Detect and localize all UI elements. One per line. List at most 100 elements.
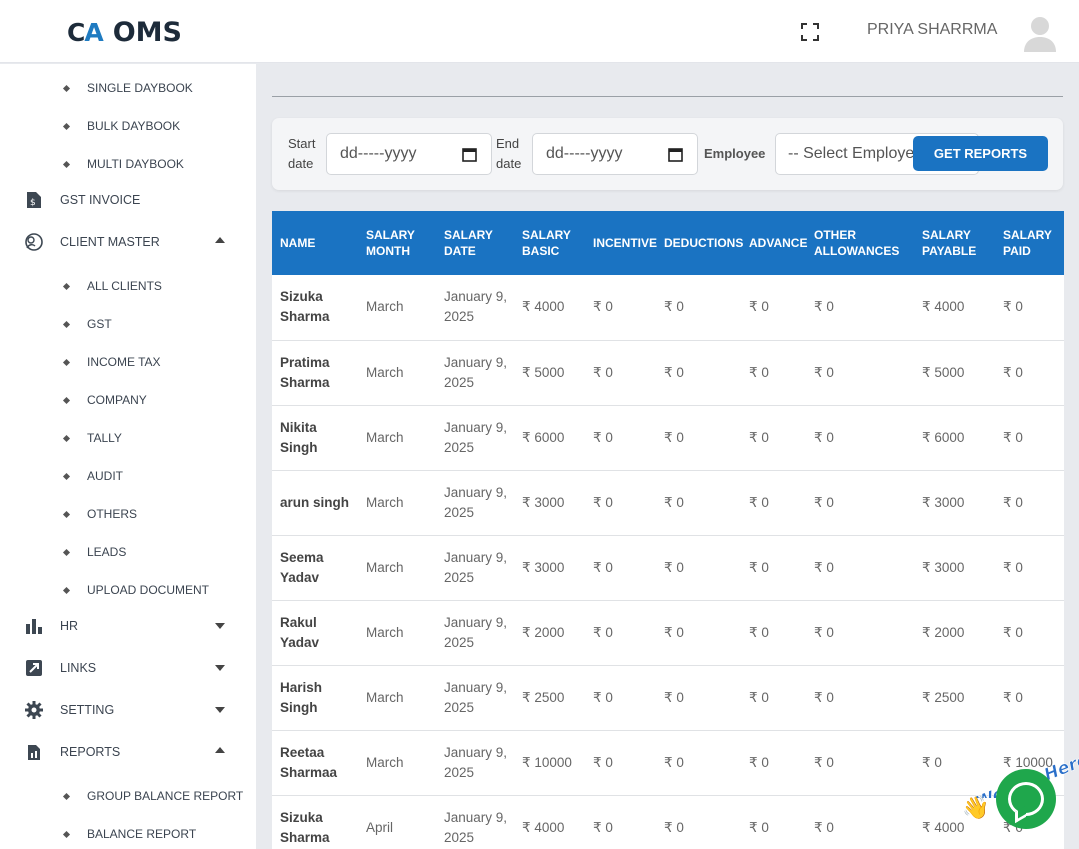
sidebar-item-income-tax[interactable]: INCOME TAX	[0, 343, 256, 381]
table-row[interactable]: Sizuka Sharma March January 9, 2025 ₹ 4000 ₹…	[272, 275, 1064, 341]
get-reports-button[interactable]: GET REPORTS	[913, 136, 1048, 171]
table-cell: March	[358, 535, 436, 601]
table-cell: ₹ 0	[585, 405, 656, 471]
table-row[interactable]: arun singh March January 9, 2025 ₹ 3000 ₹ 0 ₹…	[272, 470, 1064, 536]
sidebar-item-all-clients[interactable]: ALL CLIENTS	[0, 267, 256, 305]
sidebar-item-gst-invoice[interactable]: $ GST INVOICE	[0, 181, 256, 219]
chat-button[interactable]	[996, 769, 1056, 829]
column-header[interactable]: SALARY BASIC	[514, 211, 585, 275]
bullet-icon	[62, 320, 71, 328]
table-cell: ₹ 0	[995, 665, 1064, 731]
column-header[interactable]: SALARY PAYABLE	[914, 211, 995, 275]
table-cell: ₹ 3000	[514, 535, 585, 601]
user-name[interactable]: PRIYA SHARRMA	[867, 21, 997, 39]
table-header-row: NAME SALARY MONTH SALARY DATE SALARY BASIC INCE…	[272, 211, 1064, 275]
column-header[interactable]: ADVANCE	[741, 211, 807, 275]
client-icon	[24, 232, 44, 252]
table-row[interactable]: Harish Singh March January 9, 2025 ₹ 2500 ₹ …	[272, 665, 1064, 731]
column-header[interactable]: NAME	[272, 211, 358, 275]
table-row[interactable]: Seema Yadav March January 9, 2025 ₹ 3000 ₹ 0…	[272, 535, 1064, 601]
column-header[interactable]: DEDUCTIONS	[656, 211, 743, 275]
sidebar-item-leads[interactable]: LEADS	[0, 533, 256, 571]
caret-up-icon[interactable]	[215, 747, 225, 753]
table-cell: ₹ 0	[656, 535, 741, 601]
start-date-input[interactable]: dd-----yyyy	[326, 133, 492, 175]
sidebar-item-audit[interactable]: AUDIT	[0, 457, 256, 495]
column-header[interactable]: INCENTIVE	[585, 211, 657, 275]
sidebar-item-single-daybook[interactable]: SINGLE DAYBOOK	[0, 69, 256, 107]
caret-down-icon[interactable]	[215, 665, 225, 671]
table-cell: ₹ 0	[806, 275, 914, 341]
column-header[interactable]: OTHER ALLOWANCES	[806, 211, 914, 275]
sidebar-item-links[interactable]: LINKS	[0, 649, 256, 687]
calendar-icon[interactable]	[668, 147, 683, 162]
end-date-label: End date	[496, 136, 522, 171]
column-header-text: SALARY	[522, 228, 571, 242]
chat-icon	[1008, 782, 1044, 816]
table-cell: ₹ 4000	[514, 795, 585, 849]
table-cell: ₹ 0	[995, 535, 1064, 601]
sidebar-item-company[interactable]: COMPANY	[0, 381, 256, 419]
sidebar: SINGLE DAYBOOK BULK DAYBOOK MULTI DAYBOOK $…	[0, 64, 256, 849]
bullet-icon	[62, 472, 71, 480]
end-date-input[interactable]: dd-----yyyy	[532, 133, 698, 175]
table-cell: ₹ 0	[585, 470, 656, 536]
app-logo[interactable]: CA OMS	[67, 16, 182, 48]
table-row[interactable]: Rakul Yadav March January 9, 2025 ₹ 2000 ₹ 0…	[272, 600, 1064, 666]
table-cell: ₹ 0	[741, 275, 806, 341]
sidebar-item-client-master[interactable]: CLIENT MASTER	[0, 223, 256, 261]
sidebar-item-label: SETTING	[60, 703, 115, 717]
caret-down-icon[interactable]	[215, 707, 225, 713]
sidebar-item-balance-report[interactable]: BALANCE REPORT	[0, 815, 256, 849]
table-cell: January 9, 2025	[436, 470, 514, 536]
sidebar-item-bulk-daybook[interactable]: BULK DAYBOOK	[0, 107, 256, 145]
table-cell: ₹ 2000	[514, 600, 585, 666]
table-cell: ₹ 0	[806, 665, 914, 731]
sidebar-item-reports[interactable]: REPORTS	[0, 733, 256, 771]
table-cell: Harish Singh	[272, 665, 358, 731]
bullet-icon	[62, 358, 71, 366]
column-header-text: NAME	[280, 236, 316, 250]
caret-down-icon[interactable]	[215, 623, 225, 629]
table-row[interactable]: Reetaa Sharmaa March January 9, 2025 ₹ 1000…	[272, 730, 1064, 796]
report-icon	[24, 742, 44, 762]
sidebar-item-group-balance-report[interactable]: GROUP BALANCE REPORT	[0, 777, 256, 815]
waving-hand-icon: 👋	[962, 795, 990, 820]
table-cell: April	[358, 795, 436, 849]
table-row[interactable]: Nikita Singh March January 9, 2025 ₹ 6000 ₹ …	[272, 405, 1064, 471]
column-header[interactable]: SALARY MONTH	[358, 211, 436, 275]
table-cell: ₹ 0	[741, 470, 806, 536]
avatar[interactable]	[1022, 14, 1058, 52]
table-cell: ₹ 0	[656, 275, 741, 341]
table-cell: ₹ 0	[656, 340, 741, 406]
table-cell: arun singh	[272, 470, 358, 536]
column-header[interactable]: SALARY DATE	[436, 211, 514, 275]
column-header-text: SALARY	[922, 228, 971, 242]
sidebar-item-others[interactable]: OTHERS	[0, 495, 256, 533]
table-row[interactable]: Sizuka Sharma April January 9, 2025 ₹ 4000 ₹…	[272, 795, 1064, 849]
sidebar-item-gst[interactable]: GST	[0, 305, 256, 343]
sidebar-item-multi-daybook[interactable]: MULTI DAYBOOK	[0, 145, 256, 183]
sidebar-item-upload-document[interactable]: UPLOAD DOCUMENT	[0, 571, 256, 609]
fullscreen-icon[interactable]	[800, 22, 820, 42]
table-cell: Pratima Sharma	[272, 340, 358, 406]
bullet-icon	[62, 548, 71, 556]
sidebar-item-label: BULK DAYBOOK	[87, 119, 181, 133]
table-cell: ₹ 0	[585, 535, 656, 601]
table-row[interactable]: Pratima Sharma March January 9, 2025 ₹ 5000…	[272, 340, 1064, 406]
table-cell: January 9, 2025	[436, 665, 514, 731]
caret-up-icon[interactable]	[215, 237, 225, 243]
table-cell: January 9, 2025	[436, 340, 514, 406]
table-cell: ₹ 0	[806, 795, 914, 849]
start-date-label: Start date	[288, 136, 316, 171]
column-header[interactable]: SALARY PAID	[995, 211, 1064, 275]
sidebar-item-hr[interactable]: HR	[0, 607, 256, 645]
table-cell: ₹ 0	[656, 470, 741, 536]
sidebar-item-label: MULTI DAYBOOK	[87, 157, 184, 171]
table-cell: ₹ 0	[656, 405, 741, 471]
calendar-icon[interactable]	[462, 147, 477, 162]
sidebar-item-setting[interactable]: SETTING	[0, 691, 256, 729]
sidebar-item-tally[interactable]: TALLY	[0, 419, 256, 457]
gear-icon	[24, 700, 44, 720]
divider	[272, 96, 1063, 97]
